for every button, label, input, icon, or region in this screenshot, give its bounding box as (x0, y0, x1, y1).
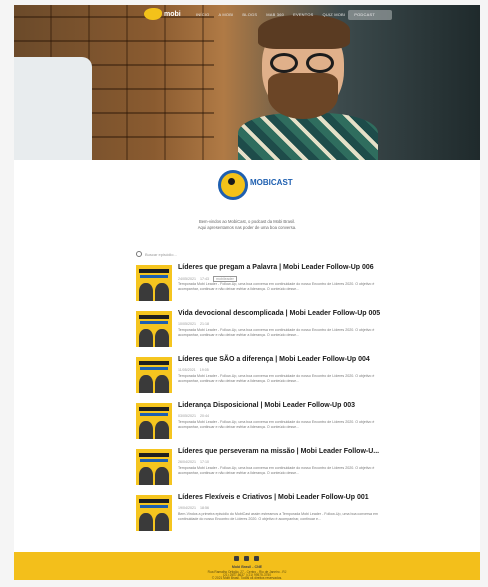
mascot-eye (228, 178, 235, 185)
episode-meta: 10/05/2021 21:18 (178, 322, 209, 326)
episode-description: Temporada Mobi Leader - Follow-Up, uma b… (178, 328, 375, 337)
search-icon (136, 251, 142, 257)
episode-description: Temporada Mobi Leader - Follow-Up, uma b… (178, 466, 375, 475)
nav-item-blogs[interactable]: BLOGS (242, 12, 257, 17)
brand-name: mobi (164, 10, 181, 18)
episode-title[interactable]: Líderes que perseveram na missão | Mobi … (178, 448, 379, 455)
top-navigation: mobi INÍCIO A MOBI BLOGS MAB 360 EVENTOS… (14, 5, 480, 27)
list-item[interactable]: Líderes que SÃO a diferença | Mobi Leade… (136, 355, 382, 401)
nav-item-a-mobi[interactable]: A MOBI (218, 12, 233, 17)
episode-date: 24/05/2021 (178, 277, 196, 281)
bird-logo-icon (144, 8, 162, 20)
episode-thumbnail[interactable] (136, 495, 172, 531)
nav-search-input[interactable] (348, 10, 392, 20)
nav-item-eventos[interactable]: EVENTOS (293, 12, 313, 17)
episode-description: Temporada Mobi Leader - Follow-Up, uma b… (178, 282, 375, 291)
episode-title[interactable]: Líderes que pregam a Palavra | Mobi Lead… (178, 264, 374, 271)
episode-duration: 17:43 (200, 277, 209, 281)
episode-thumbnail[interactable] (136, 265, 172, 301)
episode-meta: 19/04/2021 18:56 (178, 506, 209, 510)
youtube-icon[interactable] (254, 556, 259, 561)
site-logo[interactable]: mobi (144, 8, 181, 20)
logo-text: MOBICAST (250, 178, 293, 187)
shirt-shape (238, 113, 378, 160)
list-item[interactable]: Liderança Disposicional | Mobi Leader Fo… (136, 401, 382, 447)
episode-date: 19/04/2021 (178, 506, 196, 510)
episode-title[interactable]: Líderes que SÃO a diferença | Mobi Leade… (178, 356, 370, 363)
episode-duration: 18:56 (200, 506, 209, 510)
mobicast-logo: MOBICAST (214, 168, 294, 202)
hero-person-image (228, 15, 378, 160)
episode-duration: 21:18 (200, 322, 209, 326)
intro-text: Bem-vindos ao MobiCast, o podcast da Mob… (164, 219, 330, 231)
episode-thumbnail[interactable] (136, 403, 172, 439)
footer-org-name: Mobi Brasil - CNE (231, 565, 263, 569)
instagram-icon[interactable] (244, 556, 249, 561)
bird-mascot-icon (218, 170, 248, 200)
episode-date: 26/04/2021 (178, 460, 196, 464)
beard-shape (268, 73, 338, 119)
episode-date: 11/05/2021 (178, 368, 196, 372)
episode-description: Temporada Mobi Leader - Follow-Up, uma b… (178, 420, 375, 429)
episode-meta: 03/05/2021 20:44 (178, 414, 209, 418)
list-item[interactable]: Líderes que pregam a Palavra | Mobi Lead… (136, 263, 382, 309)
episode-meta: 11/05/2021 19:05 (178, 368, 209, 372)
episode-list: Líderes que pregam a Palavra | Mobi Lead… (136, 263, 382, 539)
social-links (234, 556, 259, 561)
site-footer: Mobi Brasil - CNE Rua Ramalho Ortigão, 2… (14, 552, 480, 580)
hero-banner: mobi INÍCIO A MOBI BLOGS MAB 360 EVENTOS… (14, 5, 480, 160)
episode-meta: 26/04/2021 17:10 (178, 460, 209, 464)
episode-title[interactable]: Liderança Disposicional | Mobi Leader Fo… (178, 402, 355, 409)
footer-copyright: © 2021 Mobi Brasil. Todos os direitos re… (211, 576, 283, 580)
glasses-shape (268, 53, 340, 75)
episode-duration: 17:10 (200, 460, 209, 464)
list-item[interactable]: Líderes que perseveram na missão | Mobi … (136, 447, 382, 493)
episode-thumbnail[interactable] (136, 357, 172, 393)
list-item[interactable]: Vida devocional descomplicada | Mobi Lea… (136, 309, 382, 355)
intro-line-2: Aqui apresentamos nas poder de uma boa c… (197, 225, 297, 230)
episode-search-placeholder: Buscar episódio... (145, 251, 177, 257)
episode-duration: 19:05 (199, 368, 209, 372)
page: mobi INÍCIO A MOBI BLOGS MAB 360 EVENTOS… (0, 0, 488, 587)
episode-thumbnail[interactable] (136, 449, 172, 485)
episode-title[interactable]: Vida devocional descomplicada | Mobi Lea… (178, 310, 380, 317)
facebook-icon[interactable] (234, 556, 239, 561)
episode-duration: 20:44 (200, 414, 209, 418)
episode-date: 03/05/2021 (178, 414, 196, 418)
episode-date: 10/05/2021 (178, 322, 196, 326)
laptop-image (14, 57, 92, 160)
episode-description: Temporada Mobi Leader - Follow-Up, uma b… (178, 374, 375, 383)
list-item[interactable]: Líderes Flexíveis e Criativos | Mobi Lea… (136, 493, 382, 539)
episode-title[interactable]: Líderes Flexíveis e Criativos | Mobi Lea… (178, 494, 369, 501)
browser-page: mobi INÍCIO A MOBI BLOGS MAB 360 EVENTOS… (14, 5, 480, 580)
nav-item-mab360[interactable]: MAB 360 (266, 12, 284, 17)
nav-item-quiz[interactable]: QUIZ MOBI (323, 12, 346, 17)
episode-description: Bem-Vindos a primeira episódio do MobiCa… (178, 512, 379, 521)
episode-search[interactable]: Buscar episódio... (136, 251, 177, 257)
episode-thumbnail[interactable] (136, 311, 172, 347)
nav-item-inicio[interactable]: INÍCIO (196, 12, 209, 17)
